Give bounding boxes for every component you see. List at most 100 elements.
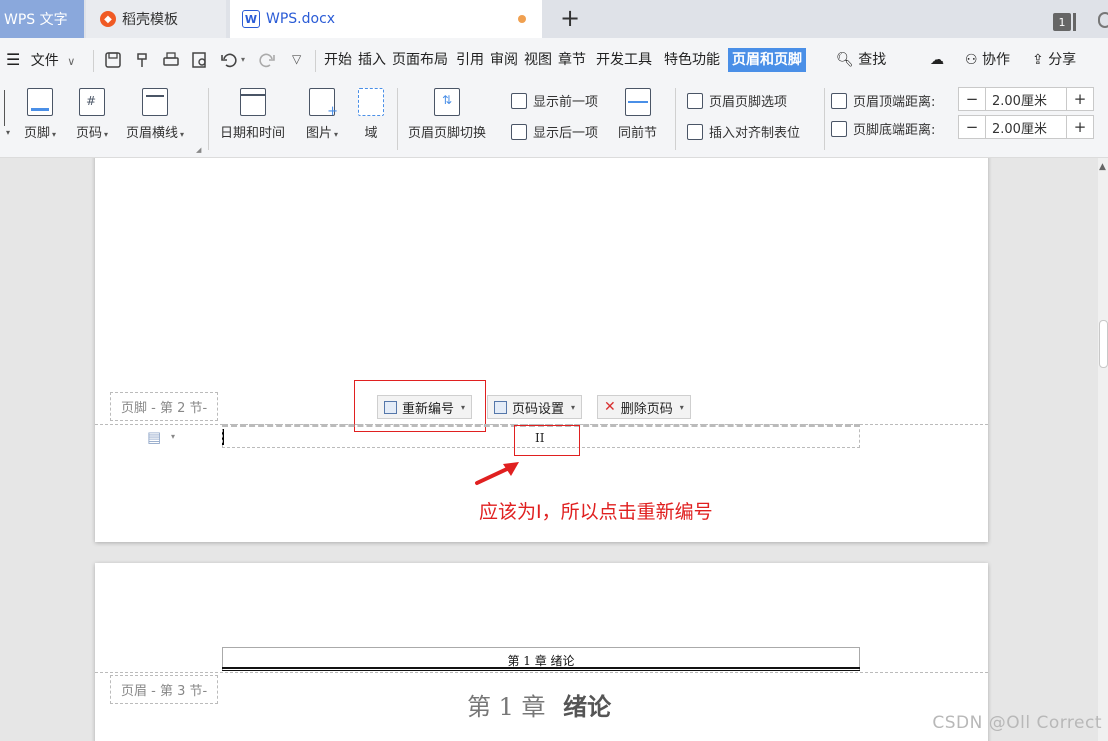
menu-review[interactable]: 审阅: [490, 48, 518, 72]
delete-page-number-button[interactable]: ✕ 删除页码 ▾: [597, 395, 691, 419]
tab-wps-writer[interactable]: WPS 文字: [0, 0, 84, 38]
scroll-up-arrow-icon[interactable]: ▲: [1099, 162, 1106, 172]
menu-view[interactable]: 视图: [524, 48, 552, 72]
file-menu[interactable]: ☰ 文件 ∨: [6, 48, 75, 72]
menu-references[interactable]: 引用: [456, 48, 484, 72]
docer-logo-icon: ◆: [100, 11, 116, 27]
tab-doc-label: WPS.docx: [266, 11, 336, 27]
customize-toolbar-chevron-icon[interactable]: ▽: [292, 52, 301, 66]
page-2: 第 1 章 绪论 页眉 - 第 3 节- 第 1 章 绪论: [95, 563, 988, 741]
ribbon-left-caret-icon: ▾: [6, 128, 11, 137]
save-icon[interactable]: [104, 51, 122, 69]
increment-button[interactable]: +: [1067, 88, 1093, 110]
footer-page-number[interactable]: II: [535, 431, 544, 445]
date-time-button[interactable]: 日期和时间: [220, 88, 285, 141]
chapter-title[interactable]: 第 1 章 绪论: [467, 687, 611, 722]
header-footer-switch-button[interactable]: ⇅ 页眉页脚切换: [408, 88, 486, 141]
tab-document[interactable]: W WPS.docx: [230, 0, 542, 38]
calendar-icon: [239, 88, 266, 116]
header-line-label: 页眉横线: [126, 126, 179, 141]
menu-page-layout[interactable]: 页面布局: [392, 48, 448, 72]
new-tab-plus-icon[interactable]: +: [556, 4, 584, 32]
footer-button[interactable]: 页脚 ▾: [24, 88, 56, 141]
header-footer-options-label: 页眉页脚选项: [709, 95, 788, 110]
header-top-distance-label-group: 页眉顶端距离:: [831, 91, 935, 110]
show-previous-button[interactable]: 显示前一项: [511, 91, 598, 110]
header-line-thin: [222, 670, 860, 671]
header-footer-options-button[interactable]: 页眉页脚选项: [687, 91, 787, 110]
page-number-settings-label: 页码设置: [512, 401, 565, 417]
page-number-label: 页码: [76, 126, 103, 141]
chapter-name: 绪论: [563, 692, 612, 721]
header-line-button[interactable]: 页眉横线 ▾: [126, 88, 184, 141]
menu-chapter[interactable]: 章节: [558, 48, 586, 72]
cloud-sync-icon[interactable]: ☁: [930, 48, 944, 72]
picture-button[interactable]: + 图片 ▾: [306, 88, 338, 141]
undo-icon[interactable]: [220, 51, 238, 69]
field-button[interactable]: 域: [358, 88, 384, 141]
print-preview-icon[interactable]: [191, 51, 209, 69]
header-boundary-line: [95, 672, 988, 673]
chevron-down-icon: ▾: [679, 402, 684, 412]
tab-template-label: 稻壳模板: [122, 12, 178, 28]
decrement-button[interactable]: −: [959, 88, 985, 110]
footer-bottom-distance-input[interactable]: 2.00厘米: [985, 116, 1067, 138]
dialog-launcher-icon[interactable]: ◢: [196, 146, 201, 154]
page-number-button[interactable]: # 页码 ▾: [76, 88, 108, 141]
user-icon: ⚇: [965, 52, 978, 68]
chevron-down-icon: ▾: [104, 130, 109, 139]
page-number-settings-button[interactable]: 页码设置 ▾: [487, 395, 583, 419]
increment-button[interactable]: +: [1067, 116, 1093, 138]
undo-dropdown-icon[interactable]: ▾: [241, 55, 245, 64]
refresh-icon[interactable]: [1098, 12, 1108, 28]
file-menu-label: 文件: [30, 53, 59, 69]
menu-header-footer[interactable]: 页眉和页脚: [728, 48, 806, 72]
same-as-previous-button[interactable]: 同前节: [618, 88, 657, 141]
footer-bottom-distance-stepper[interactable]: − 2.00厘米 +: [958, 115, 1094, 139]
delete-page-number-label: 删除页码: [620, 401, 673, 417]
header-top-distance-stepper[interactable]: − 2.00厘米 +: [958, 87, 1094, 111]
menu-insert[interactable]: 插入: [358, 48, 386, 72]
show-next-label: 显示后一项: [533, 126, 599, 141]
menu-developer[interactable]: 开发工具: [596, 48, 652, 72]
menu-home[interactable]: 开始: [324, 48, 352, 72]
footer-bottom-distance-label: 页脚底端距离:: [853, 123, 936, 138]
redo-icon[interactable]: [258, 51, 276, 69]
field-icon: [358, 88, 384, 116]
footer-distance-icon: [831, 120, 847, 137]
decrement-button[interactable]: −: [959, 116, 985, 138]
share-button[interactable]: ⇪ 分享: [1032, 48, 1076, 72]
search-button[interactable]: 🔍︎ 查找: [836, 48, 886, 72]
chevron-down-icon[interactable]: ▾: [171, 432, 175, 441]
vertical-scrollbar[interactable]: ▲: [1098, 158, 1108, 741]
annotation-text: 应该为I，所以点击重新编号: [479, 501, 713, 523]
watermark: CSDN @Oll Correct: [932, 713, 1102, 733]
tab-docer-templates[interactable]: ◆ 稻壳模板: [86, 0, 226, 38]
divider: [675, 88, 676, 150]
show-next-button[interactable]: 显示后一项: [511, 122, 598, 141]
chevron-down-icon: ▾: [52, 130, 57, 139]
scrollbar-thumb[interactable]: [1099, 320, 1108, 368]
divider: [93, 50, 94, 72]
divider: [315, 50, 316, 72]
footer-layout-icon[interactable]: ▤: [147, 428, 161, 446]
header-line-icon: [142, 88, 169, 116]
header-top-distance-label: 页眉顶端距离:: [853, 95, 936, 110]
format-painter-icon[interactable]: [134, 51, 152, 69]
header-top-distance-input[interactable]: 2.00厘米: [985, 88, 1067, 110]
insert-align-tab-button[interactable]: 插入对齐制表位: [687, 122, 800, 141]
menu-special-features[interactable]: 特色功能: [664, 48, 720, 72]
share-label: 分享: [1048, 52, 1077, 68]
collaborate-button[interactable]: ⚇ 协作: [965, 48, 1010, 72]
window-count-badge[interactable]: 1: [1053, 13, 1071, 31]
hamburger-icon: ☰: [6, 50, 21, 69]
same-as-previous-label: 同前节: [618, 126, 658, 141]
delete-x-icon: ✕: [604, 399, 616, 415]
print-icon[interactable]: [162, 51, 180, 69]
tab-bar: WPS 文字 ◆ 稻壳模板 W WPS.docx + 1: [0, 0, 1108, 38]
menu-bar: ☰ 文件 ∨ ▾ ▽ 开始 插入 页面布局 引用 审阅 视图 章节 开发工具 特…: [0, 38, 1108, 82]
collaborate-label: 协作: [982, 52, 1011, 68]
divider: [824, 88, 825, 150]
header-distance-icon: [831, 92, 847, 109]
chevron-down-icon: ▾: [334, 130, 339, 139]
